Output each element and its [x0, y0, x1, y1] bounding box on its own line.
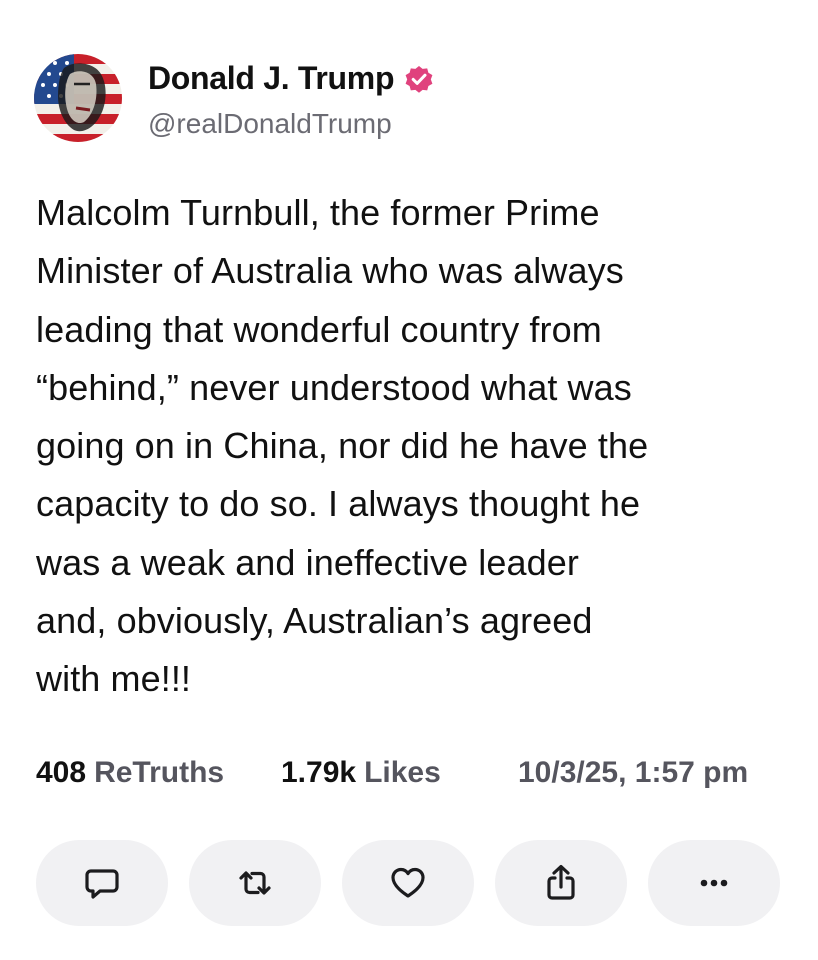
more-icon	[700, 879, 728, 887]
share-icon	[547, 864, 575, 900]
reply-icon	[85, 869, 119, 899]
retruth-icon	[239, 871, 271, 895]
retruths-label: ReTruths	[94, 756, 225, 789]
post-stats: 408 ReTruths 1.79k Likes 10/3/25, 1:57 p…	[36, 756, 796, 800]
action-bar	[36, 840, 780, 926]
like-button[interactable]	[342, 840, 474, 926]
post-timestamp: 10/3/25, 1:57 pm	[518, 756, 749, 789]
handle[interactable]: @realDonaldTrump	[148, 108, 392, 140]
post-text: Malcolm Turnbull, the former Prime Minis…	[36, 192, 649, 700]
likes-stat[interactable]: 1.79k Likes	[281, 756, 441, 790]
avatar-image	[34, 54, 122, 142]
retruths-count: 408	[36, 756, 87, 789]
post-header: Donald J. Trump @realDonaldTrump	[34, 52, 794, 144]
share-button[interactable]	[495, 840, 627, 926]
retruths-stat[interactable]: 408 ReTruths	[36, 756, 224, 790]
retruth-button[interactable]	[189, 840, 321, 926]
truth-post: Donald J. Trump @realDonaldTrump Malcolm…	[0, 0, 818, 960]
avatar[interactable]	[34, 54, 122, 142]
likes-count: 1.79k	[281, 756, 357, 789]
display-name[interactable]: Donald J. Trump	[148, 60, 395, 97]
likes-label: Likes	[364, 756, 441, 789]
verified-badge-icon	[403, 63, 435, 95]
name-row: Donald J. Trump	[148, 60, 435, 97]
more-options-button[interactable]	[648, 840, 780, 926]
heart-icon	[391, 867, 425, 898]
reply-button[interactable]	[36, 840, 168, 926]
